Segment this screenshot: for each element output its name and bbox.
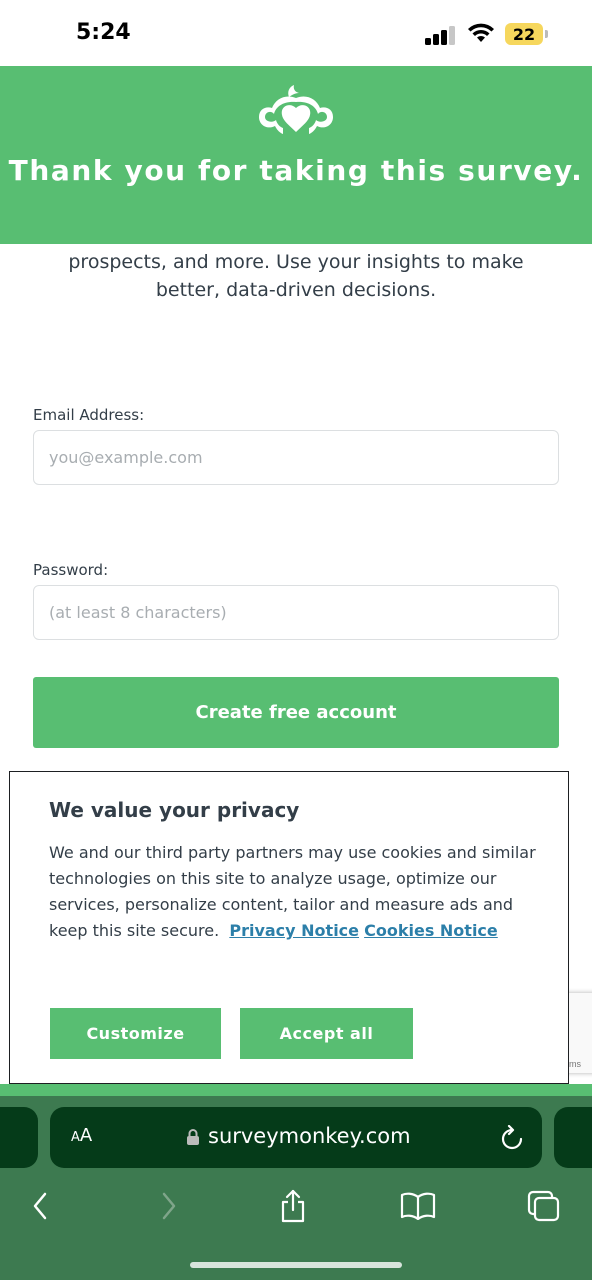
cookies-notice-link[interactable]: Cookies Notice	[364, 921, 498, 940]
forward-button[interactable]	[147, 1184, 191, 1228]
thank-you-banner: Thank you for taking this survey.	[0, 66, 592, 244]
tabs-button[interactable]	[522, 1184, 566, 1228]
next-tab-preview[interactable]	[554, 1107, 592, 1168]
privacy-modal: We value your privacy We and our third p…	[9, 771, 569, 1084]
email-label: Email Address:	[33, 406, 145, 424]
status-bar: 5:24 22	[0, 0, 592, 66]
back-button[interactable]	[18, 1184, 62, 1228]
privacy-body: We and our third party partners may use …	[49, 840, 539, 944]
address-bar[interactable]: AA surveymonkey.com	[50, 1107, 542, 1168]
battery-level: 22	[512, 25, 536, 44]
email-field[interactable]	[33, 430, 559, 485]
customize-button[interactable]: Customize	[50, 1008, 221, 1059]
bookmarks-button[interactable]	[396, 1184, 440, 1228]
footer-strip	[0, 1084, 592, 1096]
reader-settings-button[interactable]: AA	[71, 1125, 92, 1146]
privacy-notice-link[interactable]: Privacy Notice	[229, 921, 359, 940]
password-label: Password:	[33, 561, 109, 579]
previous-tab-preview[interactable]	[0, 1107, 38, 1168]
status-time: 5:24	[76, 20, 131, 45]
accept-all-button[interactable]: Accept all	[240, 1008, 413, 1059]
share-icon	[281, 1189, 305, 1223]
surveymonkey-logo-icon	[259, 85, 333, 134]
wifi-icon	[468, 23, 494, 42]
battery-icon: 22	[505, 23, 549, 45]
reload-icon[interactable]	[500, 1125, 524, 1151]
browser-toolbar: AA surveymonkey.com	[0, 1096, 592, 1280]
privacy-title: We value your privacy	[49, 798, 300, 822]
url-text: surveymonkey.com	[208, 1124, 411, 1148]
chevron-left-icon	[33, 1192, 47, 1220]
home-indicator[interactable]	[190, 1262, 402, 1268]
chevron-right-icon	[162, 1192, 176, 1220]
book-icon	[400, 1192, 436, 1220]
share-button[interactable]	[271, 1184, 315, 1228]
cellular-signal-icon	[425, 25, 457, 45]
create-account-button[interactable]: Create free account	[33, 677, 559, 748]
password-field[interactable]	[33, 585, 559, 640]
lock-icon	[187, 1129, 199, 1145]
tabs-icon	[527, 1190, 560, 1222]
recaptcha-terms-text: ms	[569, 1059, 581, 1069]
banner-title: Thank you for taking this survey.	[8, 154, 584, 187]
